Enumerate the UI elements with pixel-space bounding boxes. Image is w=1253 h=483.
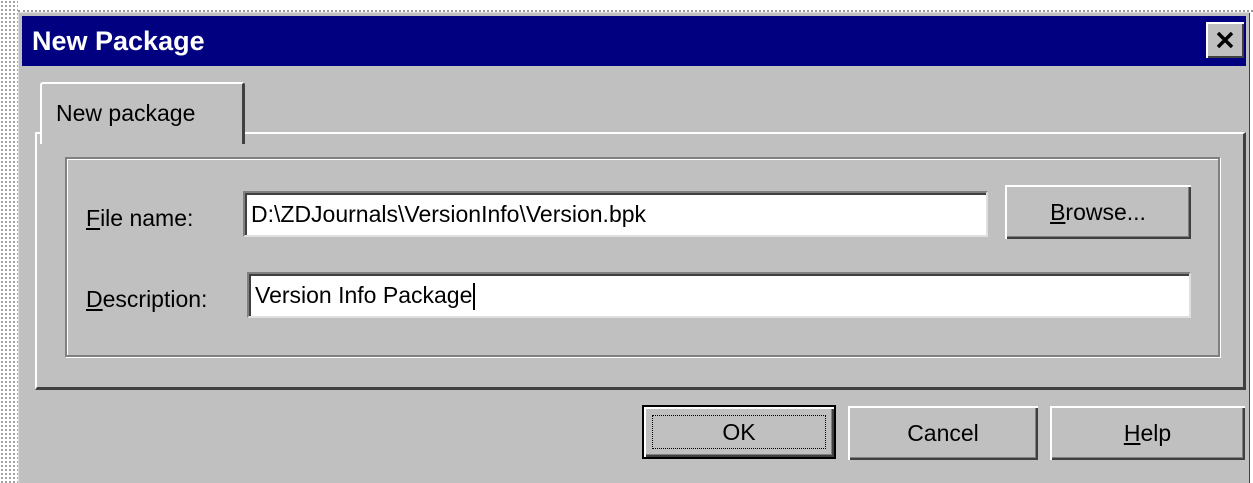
screenshot: New Package New package File name: D:\ZD…: [0, 0, 1253, 483]
close-button[interactable]: [1206, 22, 1244, 58]
title-bar[interactable]: New Package: [22, 16, 1246, 66]
help-button[interactable]: Help: [1050, 406, 1245, 460]
dialog-title: New Package: [32, 26, 205, 56]
focus-rect: [652, 415, 826, 449]
browse-label-text: rowse...: [1065, 198, 1146, 225]
tab-label: New package: [56, 100, 196, 126]
cancel-button[interactable]: Cancel: [848, 406, 1038, 460]
file-name-value: D:\ZDJournals\VersionInfo\Version.bpk: [251, 201, 647, 227]
description-input[interactable]: Version Info Package: [247, 272, 1191, 318]
description-access-key: D: [86, 286, 103, 312]
description-label-text: escription:: [102, 286, 208, 312]
file-name-input[interactable]: D:\ZDJournals\VersionInfo\Version.bpk: [243, 191, 988, 237]
ok-button[interactable]: OK: [642, 405, 836, 459]
description-label: Description:: [86, 285, 207, 313]
help-access-key: H: [1123, 419, 1141, 446]
browse-access-key: B: [1050, 198, 1066, 225]
close-icon: [1216, 31, 1234, 49]
cancel-label: Cancel: [907, 419, 979, 446]
help-label: Help: [1124, 420, 1171, 447]
dotted-border-left: [0, 0, 18, 483]
description-value: Version Info Package: [255, 282, 473, 308]
file-name-label-text: ile name:: [100, 205, 194, 231]
file-name-access-key: F: [86, 205, 101, 231]
browse-button[interactable]: Browse...: [1005, 185, 1191, 239]
browse-label: Browse...: [1050, 199, 1146, 226]
tab-new-package[interactable]: New package: [40, 82, 245, 144]
file-name-label: File name:: [86, 204, 193, 232]
text-caret: [473, 283, 476, 311]
help-label-text: elp: [1140, 419, 1172, 446]
